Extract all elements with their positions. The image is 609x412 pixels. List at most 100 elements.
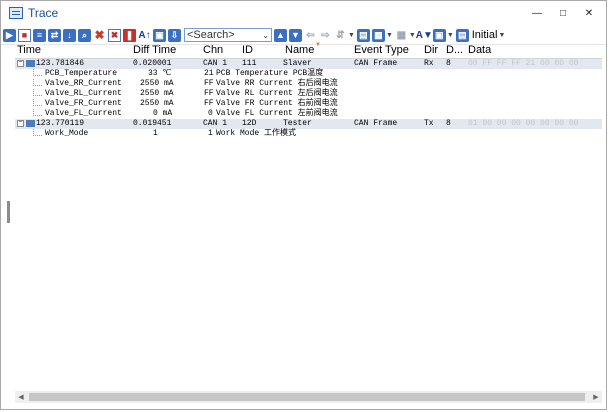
signal-raw: 1 <box>208 129 213 138</box>
window-controls: — □ ✕ <box>524 1 602 25</box>
tree-connector <box>33 109 42 116</box>
scroll-right-icon[interactable]: ▶ <box>590 391 602 403</box>
scroll-lock-icon[interactable]: ⇩ <box>168 28 181 42</box>
column-event-type[interactable]: Event Type <box>354 44 409 56</box>
signal-row[interactable]: Valve_RR_Current 2550 mA FF Valve RR Cur… <box>15 79 602 89</box>
column-diff-time[interactable]: Diff Time <box>133 44 176 56</box>
cell-dlc: 8 <box>446 119 451 128</box>
signal-value: 0 mA <box>153 109 173 118</box>
column-name[interactable]: Name <box>285 44 314 56</box>
back-arrow-icon[interactable]: ⇦ <box>304 29 317 42</box>
cell-time: 123.781846 <box>36 59 85 68</box>
font-icon[interactable]: A▼ <box>416 29 433 42</box>
column-dlc[interactable]: D... <box>446 44 463 56</box>
cell-data: 00 FF FF FF 21 00 00 00 <box>468 59 579 68</box>
columns-icon[interactable]: ▦ <box>395 29 408 42</box>
search-next-icon[interactable]: ▼ <box>289 28 302 42</box>
cell-chn: CAN 1 <box>203 59 228 68</box>
search-prev-icon[interactable]: ▲ <box>274 28 287 42</box>
table-row[interactable]: − 123.781846 0.020001 CAN 1 111 Slaver C… <box>15 59 602 69</box>
trace-record-icon[interactable]: ■ <box>18 28 31 42</box>
collapse-icon[interactable]: − <box>17 120 24 127</box>
chevron-down-icon[interactable]: ▼ <box>348 32 355 39</box>
title-bar[interactable]: Trace — □ ✕ <box>1 1 606 25</box>
trace-filter-icon[interactable]: ≡ <box>33 28 46 42</box>
find-icon[interactable]: ⌕ <box>78 28 91 42</box>
column-chn[interactable]: Chn <box>203 44 223 56</box>
horizontal-scrollbar[interactable]: ◀ ▶ <box>15 391 602 403</box>
config-label[interactable]: Initial <box>472 29 498 41</box>
cell-time: 123.770119 <box>36 119 85 128</box>
column-data[interactable]: Data <box>468 44 491 56</box>
column-time[interactable]: Time <box>17 44 41 56</box>
signal-raw: 0 <box>208 109 213 118</box>
can-frame-icon <box>26 60 35 67</box>
close-icon[interactable]: ✕ <box>576 1 602 25</box>
cell-dir: Tx <box>424 119 434 128</box>
signal-row[interactable]: Valve_FL_Current 0 mA 0 Valve FL Current… <box>15 109 602 119</box>
chevron-down-icon[interactable]: ▼ <box>498 32 505 39</box>
signal-raw: FF <box>204 89 214 98</box>
chevron-down-icon[interactable]: ▼ <box>447 32 454 39</box>
signal-name: Work_Mode <box>45 129 89 138</box>
collapse-icon[interactable]: − <box>17 60 24 67</box>
column-id[interactable]: ID <box>242 44 253 56</box>
sort-az-icon[interactable]: A↑ <box>138 29 151 42</box>
signal-name: Valve_RL_Current <box>45 89 122 98</box>
trace-channel-icon[interactable]: ⇄ <box>48 28 61 42</box>
bookmark-icon[interactable]: ⇵ <box>334 29 347 42</box>
signal-row[interactable]: Work_Mode 1 1 Work Mode 工作模式 <box>15 129 602 139</box>
signal-description: Valve FL Current 左前阀电流 <box>216 109 338 118</box>
cell-chn: CAN 1 <box>203 119 228 128</box>
forward-arrow-icon[interactable]: ⇨ <box>319 29 332 42</box>
search-input[interactable]: <Search> ⌄ <box>184 28 272 42</box>
signal-description: Work Mode 工作模式 <box>216 129 297 138</box>
signal-value: 1 <box>153 129 158 138</box>
search-placeholder: <Search> <box>187 29 235 41</box>
signal-name: Valve_FR_Current <box>45 99 122 108</box>
cell-diff-time: 0.020001 <box>133 59 172 68</box>
signal-row[interactable]: Valve_RL_Current 2550 mA FF Valve RL Cur… <box>15 89 602 99</box>
signal-description: Valve FR Current 右前阀电流 <box>216 99 338 108</box>
config-icon[interactable]: ▤ <box>455 28 469 42</box>
view-icon[interactable]: ▤ <box>356 28 370 42</box>
chevron-down-icon[interactable]: ▼ <box>386 32 393 39</box>
cell-dir: Rx <box>424 59 434 68</box>
tree-connector <box>33 69 42 76</box>
can-frame-icon <box>26 120 35 127</box>
cell-diff-time: 0.019451 <box>133 119 172 128</box>
signal-description: Valve RL Current 左后阀电流 <box>216 89 338 98</box>
window-layout-icon[interactable]: ▣ <box>432 28 446 42</box>
clear-icon[interactable]: ✖ <box>108 28 121 42</box>
signal-raw: FF <box>204 99 214 108</box>
cell-event-type: CAN Frame <box>354 59 398 68</box>
table-row[interactable]: − 123.770119 0.019451 CAN 1 12D Tester C… <box>15 119 602 129</box>
toolbar: ▶ ■ ≡ ⇄ ↓ ⌕ ✖ ✖ ❚ A↑ ▣ ⇩ <Search> ⌄ ▲ ▼ … <box>1 26 606 45</box>
signal-row[interactable]: Valve_FR_Current 2550 mA FF Valve FR Cur… <box>15 99 602 109</box>
highlight-icon[interactable]: ▣ <box>153 28 166 42</box>
pause-icon[interactable]: ❚ <box>123 28 136 42</box>
trace-start-icon[interactable]: ▶ <box>3 28 16 42</box>
cell-event-type: CAN Frame <box>354 119 398 128</box>
layout-icon[interactable]: ▦ <box>371 28 385 42</box>
signal-value: 33 ℃ <box>148 69 172 78</box>
trace-window-icon <box>9 7 23 19</box>
scroll-thumb[interactable] <box>29 393 585 401</box>
signal-name: PCB_Temperature <box>45 69 118 78</box>
cell-id: 111 <box>242 59 257 68</box>
column-dir[interactable]: Dir <box>424 44 438 56</box>
scroll-left-icon[interactable]: ◀ <box>15 391 27 403</box>
minimize-icon[interactable]: — <box>524 1 550 25</box>
splitter-handle[interactable] <box>7 201 10 223</box>
signal-name: Valve_FL_Current <box>45 109 122 118</box>
trace-export-icon[interactable]: ↓ <box>63 28 76 42</box>
cell-id: 12D <box>242 119 257 128</box>
chevron-down-icon[interactable]: ⌄ <box>262 31 269 40</box>
signal-row[interactable]: PCB_Temperature 33 ℃ 21 PCB Temperature … <box>15 69 602 79</box>
cell-dlc: 8 <box>446 59 451 68</box>
signal-name: Valve_RR_Current <box>45 79 122 88</box>
delete-icon[interactable]: ✖ <box>93 28 106 42</box>
maximize-icon[interactable]: □ <box>550 1 576 25</box>
signal-description: Valve RR Current 右后阀电流 <box>216 79 338 88</box>
cell-name: Slaver <box>283 59 312 68</box>
